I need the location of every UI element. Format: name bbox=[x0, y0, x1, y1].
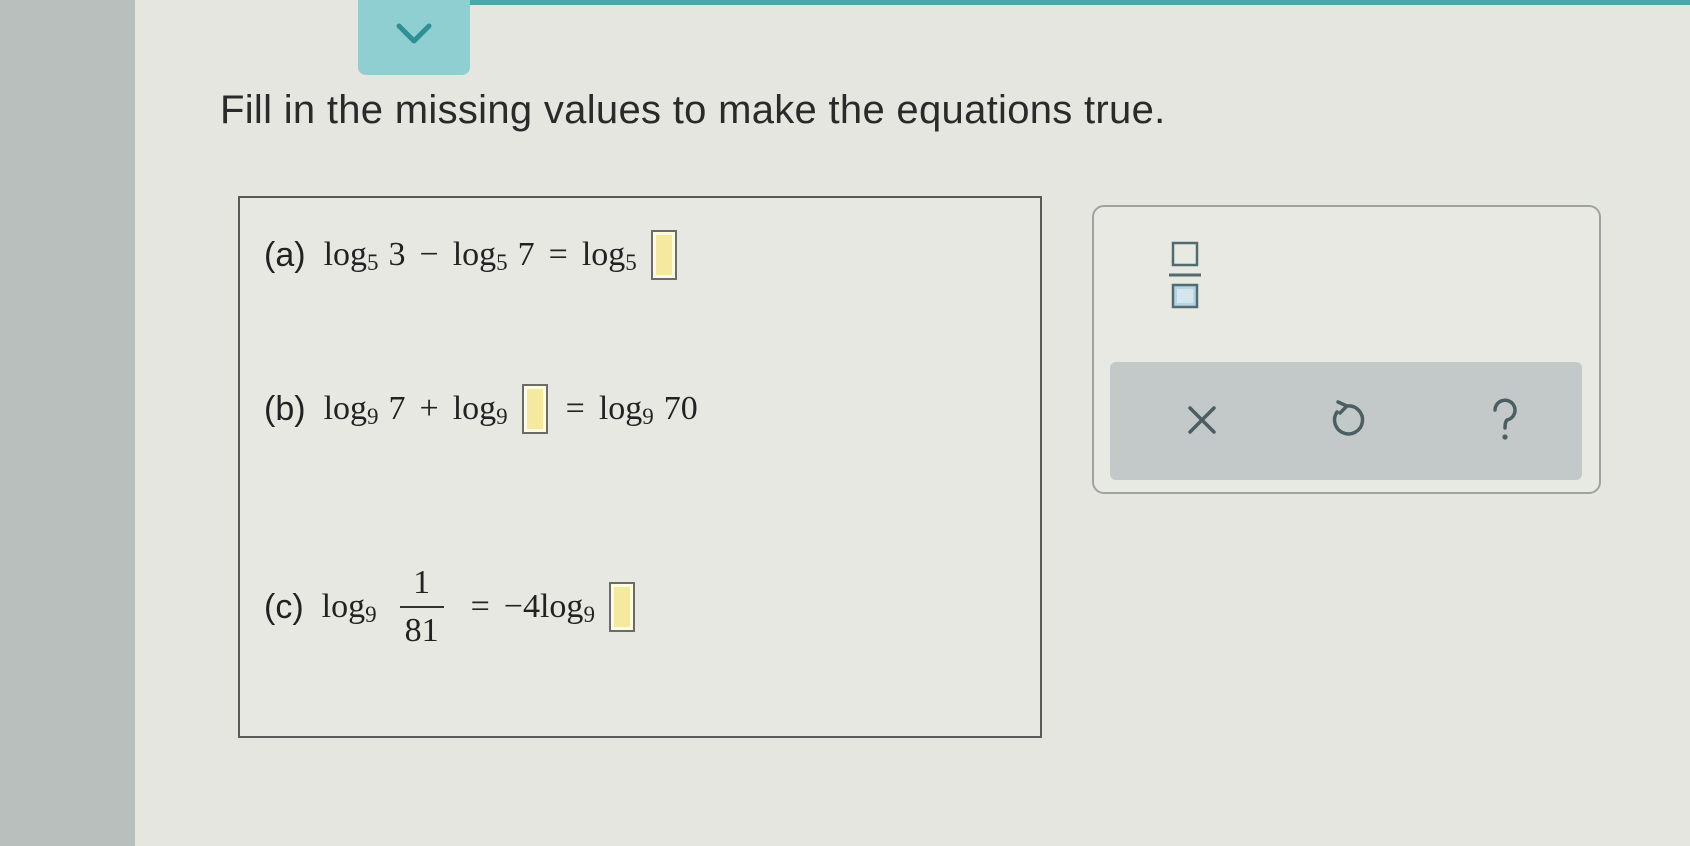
log-base: 5 bbox=[496, 250, 508, 275]
undo-icon bbox=[1332, 400, 1365, 436]
log-text: log bbox=[452, 390, 497, 427]
instruction-text: Fill in the missing values to make the e… bbox=[220, 88, 1166, 132]
log-text: log bbox=[323, 390, 368, 427]
log-argument: 70 bbox=[663, 390, 698, 427]
question-mark-icon bbox=[1493, 398, 1517, 440]
question-box: (a) log 5 3 − log 5 7 = log 5 (b) log 9 7 + … bbox=[238, 196, 1042, 738]
help-button[interactable] bbox=[1475, 390, 1535, 450]
fraction: 1 81 bbox=[399, 566, 445, 648]
equals-sign: = bbox=[470, 588, 490, 625]
log-base: 9 bbox=[367, 404, 379, 429]
action-toolbar bbox=[1110, 362, 1582, 480]
log-base: 5 bbox=[367, 250, 379, 275]
tool-panel bbox=[1092, 205, 1601, 494]
answer-input-a[interactable] bbox=[650, 230, 677, 280]
x-icon bbox=[1188, 406, 1216, 434]
log-argument: 7 bbox=[517, 236, 535, 273]
clear-button[interactable] bbox=[1172, 390, 1232, 450]
log-base: 9 bbox=[583, 602, 595, 627]
operator: + bbox=[419, 390, 439, 427]
log-base: 9 bbox=[365, 602, 377, 627]
log-text: log bbox=[539, 588, 584, 625]
fraction-numerator: 1 bbox=[413, 564, 431, 601]
chevron-down-icon bbox=[396, 23, 432, 43]
log-base: 9 bbox=[642, 404, 654, 429]
equation-b: (b) log 9 7 + log 9 = log 9 70 bbox=[264, 384, 698, 434]
coefficient: −4 bbox=[503, 588, 540, 625]
log-text: log bbox=[598, 390, 643, 427]
answer-input-b[interactable] bbox=[521, 384, 548, 434]
equation-c: (c) log 9 1 81 = −4 log 9 bbox=[264, 566, 639, 648]
log-base: 5 bbox=[625, 250, 637, 275]
left-sidebar-strip bbox=[0, 0, 135, 846]
log-argument: 7 bbox=[388, 390, 406, 427]
operator: − bbox=[419, 236, 439, 273]
equals-sign: = bbox=[565, 390, 585, 427]
log-text: log bbox=[321, 588, 366, 625]
equation-label: (a) bbox=[264, 235, 306, 274]
fraction-template-button[interactable] bbox=[1168, 239, 1202, 311]
fraction-denominator: 81 bbox=[404, 612, 439, 649]
fraction-template-icon bbox=[1169, 241, 1201, 309]
top-accent-line bbox=[470, 0, 1690, 5]
equation-a: (a) log 5 3 − log 5 7 = log 5 bbox=[264, 230, 681, 280]
undo-button[interactable] bbox=[1317, 390, 1377, 450]
log-text: log bbox=[323, 236, 368, 273]
equals-sign: = bbox=[548, 236, 568, 273]
equation-label: (b) bbox=[264, 389, 306, 428]
log-argument: 3 bbox=[388, 236, 406, 273]
log-text: log bbox=[581, 236, 626, 273]
answer-input-c[interactable] bbox=[608, 582, 635, 632]
collapse-toggle-button[interactable] bbox=[358, 0, 470, 75]
log-text: log bbox=[452, 236, 497, 273]
equation-label: (c) bbox=[264, 587, 304, 626]
log-base: 9 bbox=[496, 404, 508, 429]
